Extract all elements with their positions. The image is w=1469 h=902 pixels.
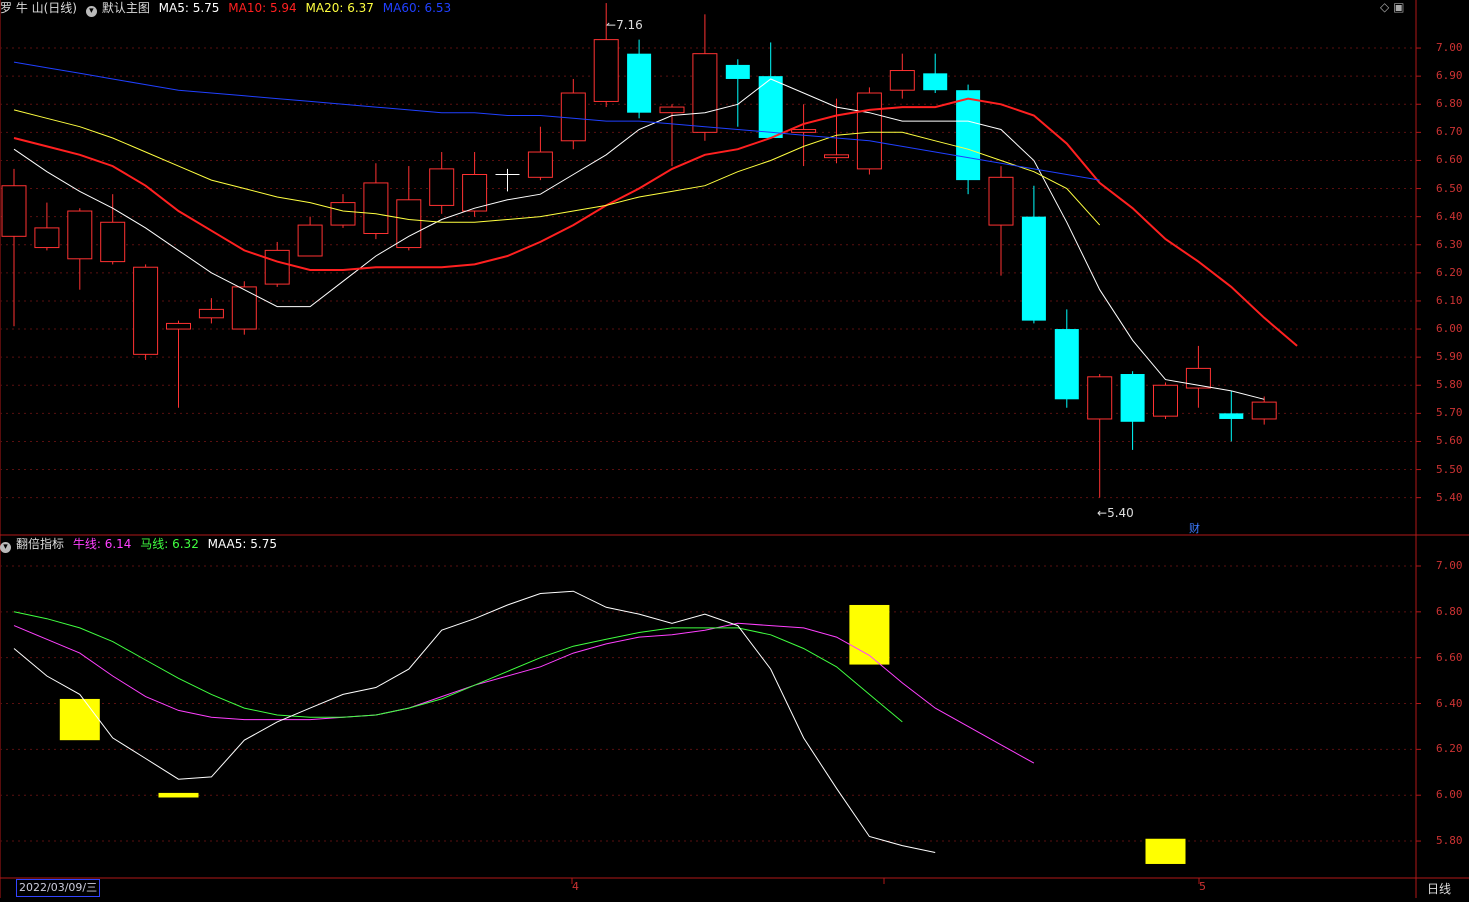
main-y-tick-label: 6.30: [1436, 237, 1463, 251]
maximize-icon[interactable]: ▣: [1393, 0, 1404, 14]
sub-y-tick-label: 6.60: [1436, 650, 1463, 664]
finance-marker[interactable]: 财: [1189, 520, 1200, 536]
candle-body: [725, 64, 750, 79]
candle-body: [1087, 376, 1113, 420]
candle-body: [1251, 401, 1277, 420]
candle-body: [133, 266, 159, 355]
main-chart-header: 罗 牛 山(日线) ▾ 默认主图 MA5: 5.75 MA10: 5.94 MA2…: [0, 0, 456, 17]
sub-y-tick-label: 6.20: [1436, 742, 1463, 756]
candle-body: [627, 53, 652, 113]
main-y-tick-label: 6.40: [1436, 209, 1463, 223]
candle-body: [593, 39, 619, 102]
indicator-chevron-icon[interactable]: ▾: [0, 542, 11, 553]
ma-line-ma20: [13, 109, 1101, 226]
main-y-tick-label: 6.00: [1436, 322, 1463, 336]
sub-y-tick-label: 5.80: [1436, 834, 1463, 848]
main-y-tick-label: 5.80: [1436, 378, 1463, 392]
indicator-title[interactable]: 翻倍指标: [16, 537, 64, 551]
ma-line-label: 马线: 6.32: [140, 537, 199, 551]
main-y-tick-label: 6.90: [1436, 69, 1463, 83]
candle-body: [198, 308, 224, 319]
maa5-label: MAA5: 5.75: [207, 537, 277, 551]
main-y-tick-label: 5.90: [1436, 350, 1463, 364]
sub-chart-header: ▾ 翻倍指标 牛线: 6.14 马线: 6.32 MAA5: 5.75: [0, 536, 282, 553]
candle-body: [1219, 413, 1244, 419]
low-price-annotation: ←5.40: [1097, 506, 1134, 520]
candle-body: [659, 106, 685, 114]
candle-body: [956, 90, 981, 181]
candle-body: [692, 53, 718, 133]
date-cursor-box: 2022/03/09/三: [16, 879, 101, 897]
high-price-annotation: ↼7.16: [606, 18, 643, 32]
main-y-tick-label: 6.70: [1436, 125, 1463, 139]
ma10-label: MA10: 5.94: [228, 1, 297, 15]
candle-body: [1120, 374, 1145, 422]
main-y-tick-label: 6.60: [1436, 153, 1463, 167]
candle-body: [396, 199, 422, 249]
candle-body: [231, 286, 257, 330]
candle-body: [791, 129, 817, 133]
indicator-line-2: [13, 590, 936, 853]
window-controls: ◇ ▣: [1380, 0, 1404, 14]
candle-body: [527, 151, 553, 178]
candle-body: [923, 73, 948, 91]
ma60-label: MA60: 6.53: [382, 1, 452, 15]
main-y-tick-label: 6.80: [1436, 97, 1463, 111]
kline-chart-svg[interactable]: [0, 0, 1469, 898]
sub-y-tick-label: 6.40: [1436, 696, 1463, 710]
candle-body: [429, 168, 455, 206]
candle-body: [166, 322, 191, 330]
ma-line-ma10: [13, 97, 1298, 347]
main-y-tick-label: 5.40: [1436, 490, 1463, 504]
candle-body: [100, 221, 126, 263]
candle-body: [988, 176, 1014, 226]
candle-body: [297, 224, 323, 257]
main-y-tick-label: 5.70: [1436, 406, 1463, 420]
sub-y-tick-label: 6.00: [1436, 788, 1463, 802]
period-label[interactable]: 日线: [1427, 880, 1451, 897]
main-y-tick-label: 6.10: [1436, 293, 1463, 307]
candle-body: [856, 92, 882, 170]
stock-title[interactable]: 罗 牛 山(日线): [0, 1, 77, 15]
candle-body: [824, 154, 849, 159]
sub-y-tick-label: 7.00: [1436, 559, 1463, 572]
main-y-tick-label: 5.50: [1436, 462, 1463, 476]
candle-body: [264, 249, 290, 285]
candle-body: [560, 92, 586, 142]
candle-body: [889, 70, 915, 91]
candle-body: [1153, 384, 1178, 417]
candle-body: [1021, 216, 1046, 321]
month-label-april: 4: [572, 880, 579, 893]
candle-body: [1, 185, 27, 237]
signal-box: [59, 698, 100, 741]
niu-line-label: 牛线: 6.14: [72, 537, 132, 551]
main-y-tick-label: 6.50: [1436, 181, 1463, 195]
main-y-tick-label: 6.20: [1436, 265, 1463, 279]
candle-body: [67, 210, 93, 260]
template-chevron-icon[interactable]: ▾: [85, 6, 97, 17]
month-label-may: 5: [1199, 880, 1206, 893]
candle-body: [1054, 329, 1079, 400]
candle-body: [363, 182, 389, 235]
main-y-tick-label: 5.60: [1436, 434, 1463, 448]
candle-body: [330, 202, 356, 226]
chart-stage[interactable]: 罗 牛 山(日线) ▾ 默认主图 MA5: 5.75 MA10: 5.94 MA2…: [0, 0, 1469, 898]
ma20-label: MA20: 6.37: [305, 1, 374, 15]
signal-box: [1145, 838, 1186, 864]
candle-body: [34, 227, 60, 249]
main-y-tick-label: 7.00: [1436, 41, 1463, 55]
ma5-label: MA5: 5.75: [158, 1, 220, 15]
diamond-icon[interactable]: ◇: [1380, 0, 1389, 14]
signal-box: [158, 792, 199, 798]
sub-y-tick-label: 6.80: [1436, 604, 1463, 618]
template-name[interactable]: 默认主图: [102, 1, 150, 15]
